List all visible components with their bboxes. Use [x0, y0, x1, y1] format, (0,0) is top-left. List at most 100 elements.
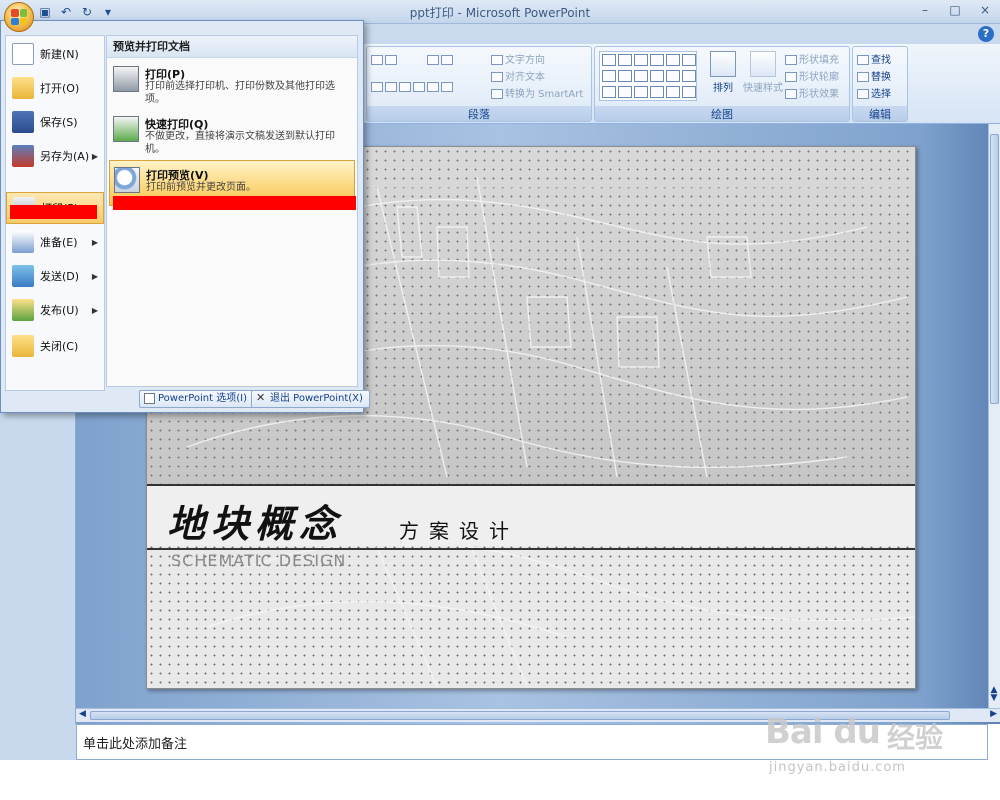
minimize-button[interactable]: – — [910, 0, 940, 20]
submenu-arrow-icon: ▶ — [91, 271, 98, 281]
menu-item-label: 另存为(A) — [40, 150, 90, 163]
shape-fill-label: 形状填充 — [799, 55, 839, 66]
baidu-watermark: Bai du 经验 jingyan.baidu.com — [765, 690, 995, 790]
window-title: ppt打印 - Microsoft PowerPoint — [409, 6, 591, 20]
print-preview-icon — [114, 167, 140, 193]
text-direction-button[interactable]: 文字方向 — [491, 51, 545, 66]
powerpoint-options-button[interactable]: PowerPoint 选项(I) — [139, 390, 254, 408]
convert-smartart-label: 转换为 SmartArt — [505, 89, 584, 100]
powerpoint-options-label: PowerPoint 选项(I) — [158, 393, 247, 404]
exit-powerpoint-label: 退出 PowerPoint(X) — [270, 393, 363, 404]
submenu-item-desc: 打印前预览并更改页面。 — [146, 182, 256, 193]
menu-item-save[interactable]: 保存(S) — [6, 106, 104, 138]
drawing-group: 排列 快速样式 形状填充 形状轮廓 形状效果 绘图 — [594, 46, 850, 122]
drawing-group-label: 绘图 — [595, 106, 849, 121]
shape-outline-label: 形状轮廓 — [799, 72, 839, 83]
office-menu-footer: PowerPoint 选项(I) ✕ 退出 PowerPoint(X) — [1, 390, 370, 410]
notes-placeholder[interactable]: 单击此处添加备注 — [83, 733, 187, 752]
menu-item-label: 打开(O) — [40, 82, 80, 95]
menu-item-open[interactable]: 打开(O) — [6, 72, 104, 104]
close-button[interactable]: × — [970, 0, 1000, 20]
submenu-arrow-icon: ▶ — [91, 237, 98, 247]
quick-access-toolbar: ▣ ↶ ↻ ▾ — [36, 2, 117, 22]
help-icon[interactable]: ? — [978, 26, 994, 42]
bullets-button[interactable] — [371, 55, 399, 66]
redo-icon[interactable]: ↻ — [78, 3, 96, 21]
slide-english-subtitle[interactable]: SCHEMATIC DESIGN — [171, 551, 346, 570]
convert-smartart-button[interactable]: 转换为 SmartArt — [491, 85, 583, 100]
window-controls: – □ × — [910, 0, 1000, 20]
menu-item-send[interactable]: 发送(D) ▶ — [6, 260, 104, 292]
save-icon — [12, 111, 34, 133]
save-icon[interactable]: ▣ — [36, 3, 54, 21]
editing-group: 查找 替换 选择 编辑 — [852, 46, 908, 122]
menu-item-publish[interactable]: 发布(U) ▶ — [6, 294, 104, 326]
replace-button[interactable]: 替换 — [857, 68, 891, 83]
arrange-button[interactable]: 排列 — [705, 51, 741, 94]
shape-effects-button[interactable]: 形状效果 — [785, 85, 839, 100]
menu-item-close[interactable]: 关闭(C) — [6, 330, 104, 362]
shapes-gallery[interactable] — [599, 51, 697, 101]
undo-icon[interactable]: ↶ — [57, 3, 75, 21]
maximize-button[interactable]: □ — [940, 0, 970, 20]
slide-subtitle[interactable]: 方案设计 — [399, 515, 519, 544]
quick-styles-button[interactable]: 快速样式 — [741, 51, 785, 94]
slide-title[interactable]: 地块概念 — [167, 493, 343, 548]
submenu-item-desc: 不做更改，直接将演示文稿发送到默认打印机。 — [145, 131, 335, 155]
title-band-bottom-rule — [147, 548, 915, 550]
close-folder-icon — [12, 335, 34, 357]
align-text-label: 对齐文本 — [505, 72, 545, 83]
arrange-icon — [710, 51, 736, 77]
select-button[interactable]: 选择 — [857, 85, 891, 100]
exit-icon: ✕ — [256, 391, 266, 404]
arrange-label: 排列 — [713, 83, 733, 94]
scroll-left-icon[interactable]: ◀ — [79, 709, 86, 719]
print-submenu: 预览并打印文档 打印(P) 打印前选择打印机、打印份数及其他打印选项。 快速打印… — [106, 35, 358, 387]
watermark-url: jingyan.baidu.com — [769, 760, 906, 775]
paragraph-group-label: 段落 — [367, 106, 591, 121]
menu-item-label: 新建(N) — [40, 48, 79, 61]
shape-fill-button[interactable]: 形状填充 — [785, 51, 839, 66]
submenu-arrow-icon: ▶ — [91, 151, 98, 161]
open-folder-icon — [12, 77, 34, 99]
submenu-header: 预览并打印文档 — [107, 36, 357, 58]
menu-item-save-as[interactable]: 另存为(A) ▶ — [6, 140, 104, 172]
menu-item-label: 发布(U) — [40, 304, 79, 317]
menu-item-label: 准备(E) — [40, 236, 78, 249]
exit-powerpoint-button[interactable]: ✕ 退出 PowerPoint(X) — [251, 390, 370, 408]
text-direction-label: 文字方向 — [505, 55, 545, 66]
replace-label: 替换 — [871, 72, 891, 83]
vertical-scroll-thumb[interactable] — [990, 134, 999, 404]
quick-styles-icon — [750, 51, 776, 77]
menu-item-label: 关闭(C) — [40, 340, 79, 353]
align-text-button[interactable]: 对齐文本 — [491, 68, 545, 83]
office-logo-icon — [11, 9, 27, 25]
printer-icon — [113, 66, 139, 92]
submenu-item-desc: 打印前选择打印机、打印份数及其他打印选项。 — [145, 81, 335, 105]
annotation-highlight-print-preview — [113, 196, 356, 210]
send-icon — [12, 265, 34, 287]
align-buttons[interactable] — [371, 82, 455, 93]
vertical-scrollbar[interactable] — [988, 124, 1000, 710]
office-button[interactable] — [4, 2, 34, 32]
save-as-icon — [12, 145, 34, 167]
publish-icon — [12, 299, 34, 321]
shape-effects-label: 形状效果 — [799, 89, 839, 100]
submenu-item-print[interactable]: 打印(P) 打印前选择打印机、打印份数及其他打印选项。 — [109, 60, 355, 106]
customize-toolbar-button[interactable]: ▾ — [99, 3, 117, 21]
prepare-icon — [12, 231, 34, 253]
submenu-item-quick-print[interactable]: 快速打印(Q) 不做更改，直接将演示文稿发送到默认打印机。 — [109, 110, 355, 156]
baidu-logo: Bai du — [765, 712, 881, 752]
select-label: 选择 — [871, 89, 891, 100]
indent-button[interactable] — [427, 55, 455, 66]
menu-item-new[interactable]: 新建(N) — [6, 38, 104, 70]
notes-left-strip — [0, 724, 76, 760]
shape-outline-button[interactable]: 形状轮廓 — [785, 68, 839, 83]
menu-item-prepare[interactable]: 准备(E) ▶ — [6, 226, 104, 258]
find-label: 查找 — [871, 55, 891, 66]
quick-print-icon — [113, 116, 139, 142]
editing-group-label: 编辑 — [853, 106, 907, 121]
submenu-arrow-icon: ▶ — [91, 305, 98, 315]
find-button[interactable]: 查找 — [857, 51, 891, 66]
options-icon — [144, 393, 155, 404]
